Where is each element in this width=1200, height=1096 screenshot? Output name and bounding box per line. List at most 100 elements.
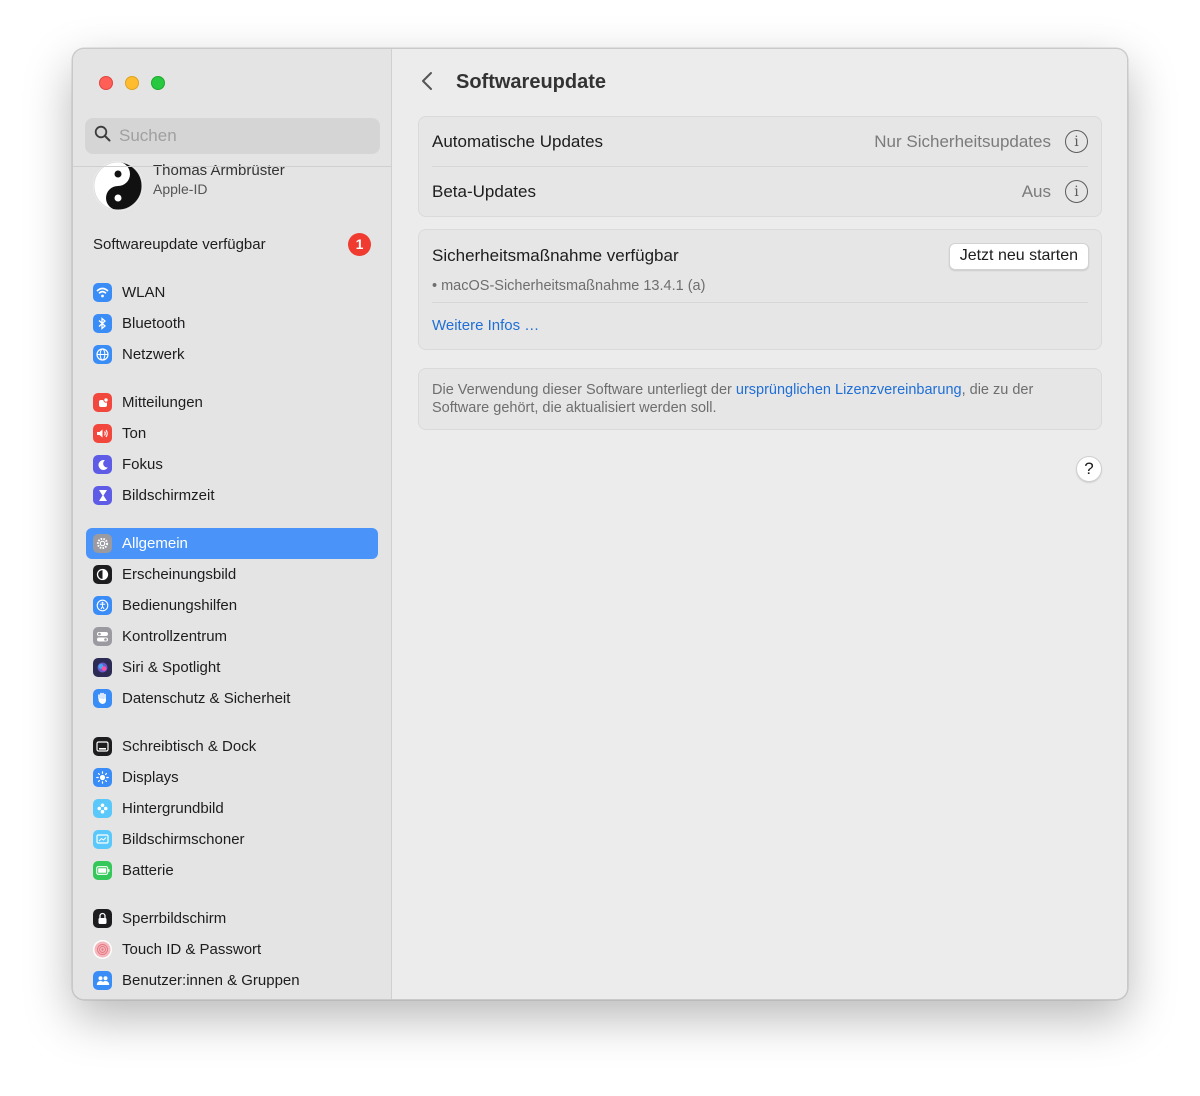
update-available-label: Softwareupdate verfügbar — [93, 235, 266, 253]
sidebar-item-hintergrundbild[interactable]: Hintergrundbild — [86, 793, 378, 824]
sidebar-item-label: Batterie — [122, 862, 174, 879]
sidebar-item-label: Sperrbildschirm — [122, 910, 227, 927]
security-response-item: • macOS-Sicherheitsmaßnahme 13.4.1 (a) — [432, 278, 706, 294]
beta-updates-label: Beta-Updates — [432, 181, 536, 201]
sidebar-item-touch-id[interactable]: Touch ID & Passwort — [86, 934, 378, 965]
sidebar: Thomas Armbrüster Apple-ID Softwareupdat… — [73, 49, 392, 999]
sidebar-item-bluetooth[interactable]: Bluetooth — [86, 308, 378, 339]
search-input[interactable] — [119, 126, 359, 146]
sidebar-item-netzwerk[interactable]: Netzwerk — [86, 339, 378, 370]
sidebar-item-schreibtisch-dock[interactable]: Schreibtisch & Dock — [86, 731, 378, 762]
back-button[interactable] — [416, 70, 438, 96]
restart-now-button[interactable]: Jetzt neu starten — [948, 242, 1089, 270]
sidebar-item-batterie[interactable]: Batterie — [86, 855, 378, 886]
update-count-badge: 1 — [348, 232, 371, 256]
more-info-row: Weitere Infos … — [419, 303, 1101, 349]
info-icon: i — [1074, 183, 1079, 200]
fingerprint-icon — [93, 940, 112, 959]
license-agreement-link[interactable]: ursprünglichen Lizenzvereinbarung — [736, 382, 962, 398]
screensaver-icon — [93, 830, 112, 849]
main-content: Softwareupdate Automatische Updates Nur … — [392, 49, 1127, 999]
sidebar-item-kontrollzentrum[interactable]: Kontrollzentrum — [86, 621, 378, 652]
battery-icon — [93, 861, 112, 880]
profile-subtitle: Apple-ID — [153, 181, 208, 197]
security-response-header: Sicherheitsmaßnahme verfügbar Jetzt neu … — [419, 230, 1101, 272]
avatar — [93, 161, 143, 211]
sidebar-item-fokus[interactable]: Fokus — [86, 449, 378, 480]
wifi-icon — [93, 283, 112, 302]
close-window-button[interactable] — [99, 76, 113, 90]
page-title: Softwareupdate — [456, 71, 607, 93]
profile-name: Thomas Armbrüster — [153, 162, 285, 179]
apple-id-profile[interactable]: Thomas Armbrüster Apple-ID — [93, 161, 285, 211]
security-response-title: Sicherheitsmaßnahme verfügbar — [432, 246, 679, 265]
update-settings-card: Automatische Updates Nur Sicherheitsupda… — [418, 116, 1102, 217]
sidebar-item-label: Benutzer:innen & Gruppen — [122, 972, 300, 989]
zoom-window-button[interactable] — [151, 76, 165, 90]
sidebar-item-label: WLAN — [122, 284, 166, 301]
control-center-icon — [93, 627, 112, 646]
automatic-updates-row: Automatische Updates Nur Sicherheitsupda… — [419, 117, 1101, 166]
sidebar-item-label: Erscheinungsbild — [122, 566, 237, 583]
sidebar-item-erscheinungsbild[interactable]: Erscheinungsbild — [86, 559, 378, 590]
automatic-updates-label: Automatische Updates — [432, 131, 604, 151]
sidebar-item-label: Bildschirmzeit — [122, 487, 215, 504]
sidebar-item-label: Bluetooth — [122, 315, 186, 332]
appearance-icon — [93, 565, 112, 584]
license-text: Die Verwendung dieser Software unterlieg… — [419, 369, 1101, 429]
automatic-updates-value: Nur Sicherheitsupdates — [874, 131, 1051, 151]
sidebar-item-label: Kontrollzentrum — [122, 628, 228, 645]
chevron-left-icon — [421, 71, 433, 96]
sidebar-item-siri-spotlight[interactable]: Siri & Spotlight — [86, 652, 378, 683]
sidebar-divider — [73, 166, 391, 167]
siri-icon — [93, 658, 112, 677]
sun-icon — [93, 768, 112, 787]
sidebar-item-datenschutz[interactable]: Datenschutz & Sicherheit — [86, 683, 378, 714]
automatic-updates-info-button[interactable]: i — [1065, 130, 1088, 153]
hand-icon — [93, 689, 112, 708]
sidebar-item-label: Ton — [122, 425, 147, 442]
sidebar-item-label: Touch ID & Passwort — [122, 941, 262, 958]
sidebar-item-benutzer-gruppen[interactable]: Benutzer:innen & Gruppen — [86, 965, 378, 996]
sidebar-item-sperrbildschirm[interactable]: Sperrbildschirm — [86, 903, 378, 934]
globe-icon — [93, 345, 112, 364]
sidebar-item-label: Hintergrundbild — [122, 800, 224, 817]
info-icon: i — [1074, 133, 1079, 150]
minimize-window-button[interactable] — [125, 76, 139, 90]
sidebar-item-label: Allgemein — [122, 535, 188, 552]
speaker-icon — [93, 424, 112, 443]
sidebar-item-bedienungshilfen[interactable]: Bedienungshilfen — [86, 590, 378, 621]
sidebar-item-label: Fokus — [122, 456, 163, 473]
flower-icon — [93, 799, 112, 818]
settings-window: Thomas Armbrüster Apple-ID Softwareupdat… — [72, 48, 1128, 1000]
bluetooth-icon — [93, 314, 112, 333]
beta-updates-info-button[interactable]: i — [1065, 180, 1088, 203]
users-icon — [93, 971, 112, 990]
sidebar-item-label: Displays — [122, 769, 179, 786]
sidebar-item-ton[interactable]: Ton — [86, 418, 378, 449]
software-update-available-item[interactable]: Softwareupdate verfügbar 1 — [93, 232, 371, 256]
sidebar-item-wlan[interactable]: WLAN — [86, 277, 378, 308]
sidebar-item-label: Siri & Spotlight — [122, 659, 221, 676]
beta-updates-value: Aus — [1021, 181, 1051, 201]
dock-icon — [93, 737, 112, 756]
hourglass-icon — [93, 486, 112, 505]
more-info-link[interactable]: Weitere Infos … — [432, 317, 539, 334]
sidebar-item-bildschirmschoner[interactable]: Bildschirmschoner — [86, 824, 378, 855]
bell-icon — [93, 393, 112, 412]
sidebar-item-label: Datenschutz & Sicherheit — [122, 690, 291, 707]
beta-updates-row: Beta-Updates Aus i — [419, 167, 1101, 216]
help-button[interactable]: ? — [1076, 456, 1102, 482]
sidebar-item-displays[interactable]: Displays — [86, 762, 378, 793]
sidebar-item-allgemein[interactable]: Allgemein — [86, 528, 378, 559]
sidebar-item-bildschirmzeit[interactable]: Bildschirmzeit — [86, 480, 378, 511]
sidebar-item-label: Schreibtisch & Dock — [122, 738, 257, 755]
sidebar-item-label: Bildschirmschoner — [122, 831, 245, 848]
sidebar-item-label: Netzwerk — [122, 346, 185, 363]
security-response-card: Sicherheitsmaßnahme verfügbar Jetzt neu … — [418, 229, 1102, 350]
sidebar-item-mitteilungen[interactable]: Mitteilungen — [86, 387, 378, 418]
accessibility-icon — [93, 596, 112, 615]
window-controls — [99, 76, 165, 90]
search-field[interactable] — [85, 118, 380, 154]
license-card: Die Verwendung dieser Software unterlieg… — [418, 368, 1102, 430]
